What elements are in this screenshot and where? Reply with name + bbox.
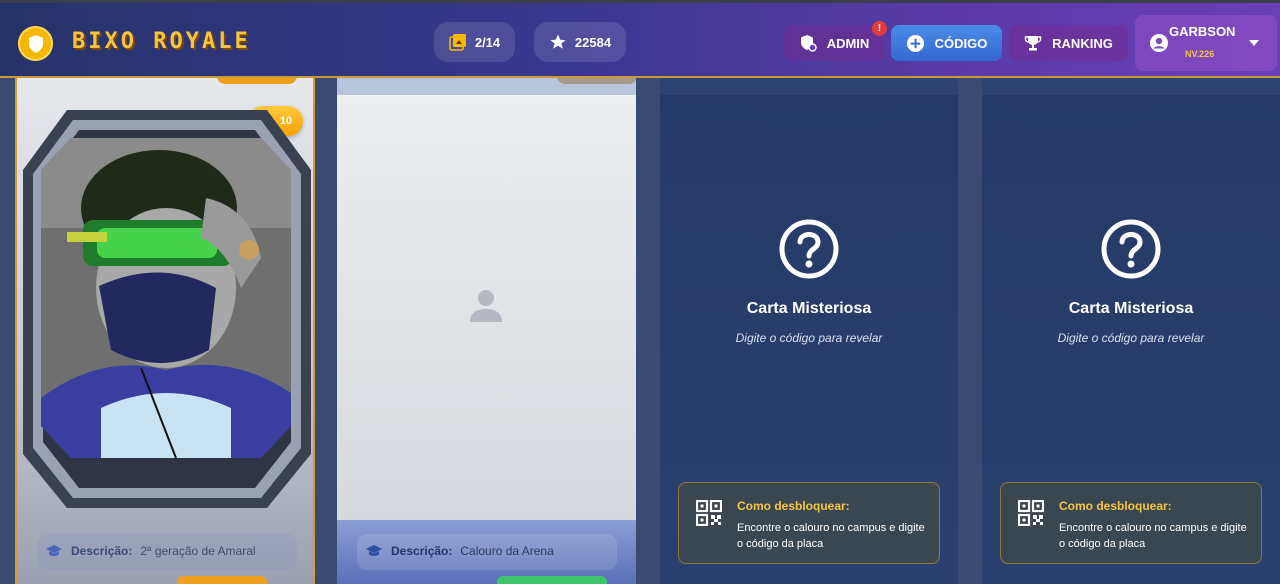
graduation-cap-icon (366, 545, 382, 556)
mystery-card-subtitle: Digite o código para revelar (735, 331, 883, 345)
description-text: Calouro da Arena (460, 544, 554, 558)
app-title[interactable]: BIXO ROYALE (72, 29, 251, 54)
question-circle-icon (779, 219, 839, 279)
shield-user-icon (800, 35, 817, 52)
collected-card[interactable]: 10 Descrição: Calouro da Arena (337, 78, 636, 584)
user-name: GARBSON (1169, 24, 1236, 39)
qr-code-icon (1018, 500, 1044, 526)
cards-count: 2/14 (474, 34, 501, 50)
points-counter: 22584 (534, 22, 626, 62)
gallery-icon (449, 34, 466, 51)
ranking-label: RANKING (1052, 35, 1113, 51)
unlock-title: Como desbloquear: (737, 499, 850, 513)
mystery-card-title: Carta Misteriosa (1068, 300, 1194, 317)
cards-collected-counter: 2/14 (434, 22, 515, 62)
unlock-instructions: Como desbloquear: Encontre o calouro no … (678, 482, 940, 564)
mystery-card[interactable]: Carta Misteriosa Digite o código para re… (660, 78, 958, 584)
qr-code-icon (696, 500, 722, 526)
unlock-instructions: Como desbloquear: Encontre o calouro no … (1000, 482, 1262, 564)
card-bottom-tab (177, 576, 267, 584)
card-description: Descrição: Calouro da Arena (365, 536, 554, 566)
admin-label: ADMIN (826, 35, 870, 51)
star-icon (550, 34, 566, 49)
points-value: 22584 (574, 34, 612, 50)
card-top-tab (557, 78, 636, 84)
card-gap (636, 78, 660, 584)
admin-alert-badge: ! (872, 21, 887, 36)
unlock-text: Encontre o calouro no campus e digite o … (737, 522, 925, 550)
card-gap (958, 78, 982, 584)
graduation-cap-icon (46, 545, 62, 556)
mystery-card[interactable]: Carta Misteriosa Digite o código para re… (982, 78, 1280, 584)
unlock-title: Como desbloquear: (1059, 499, 1172, 513)
mystery-card-title: Carta Misteriosa (746, 300, 872, 317)
trophy-icon (1024, 36, 1042, 51)
admin-button[interactable]: ADMIN (784, 25, 884, 61)
mystery-card-subtitle: Digite o código para revelar (1057, 331, 1205, 345)
unlock-text: Encontre o calouro no campus e digite o … (1059, 522, 1247, 550)
ranking-button[interactable]: RANKING (1009, 25, 1128, 61)
collected-card[interactable]: 10 Descrição: 2ª geração de Amaral (15, 78, 315, 584)
description-text: 2ª geração de Amaral (140, 544, 256, 558)
card-top-strip (982, 78, 1280, 95)
user-placeholder-icon (470, 290, 502, 322)
user-level: NV.226 (1185, 49, 1215, 59)
card-gap (315, 78, 337, 584)
card-top-tab (217, 78, 297, 84)
question-circle-icon (1101, 219, 1161, 279)
card-bottom-tab (497, 576, 607, 584)
card-grid: 10 Descrição: 2ª geração de Amaral Descr… (0, 78, 1280, 584)
card-top-strip (660, 78, 958, 95)
caret-down-icon[interactable] (1248, 39, 1260, 47)
code-button[interactable]: CÓDIGO (891, 25, 1002, 61)
card-description: Descrição: 2ª geração de Amaral (45, 536, 256, 566)
description-label: Descrição: (391, 544, 453, 558)
code-label: CÓDIGO (934, 35, 988, 51)
user-menu[interactable]: GARBSON NV.226 (1135, 15, 1277, 71)
card-photo (41, 138, 291, 458)
user-circle-icon (1150, 34, 1168, 52)
shield-logo-icon[interactable] (18, 26, 53, 61)
plus-circle-icon (906, 34, 924, 52)
card-gap (0, 78, 15, 584)
description-label: Descrição: (71, 544, 133, 558)
top-bar: BIXO ROYALE 2/14 22584 ADMIN ! CÓDIGO RA… (0, 0, 1280, 78)
